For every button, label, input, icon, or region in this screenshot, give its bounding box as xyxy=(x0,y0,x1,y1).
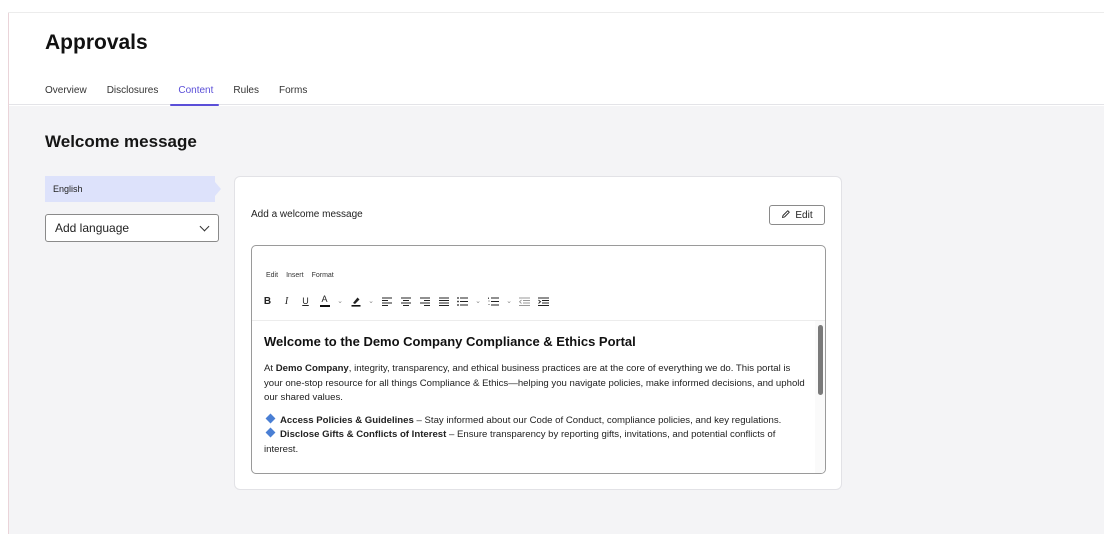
italic-button[interactable]: I xyxy=(279,294,294,308)
list-item: Access Policies & Guidelines – Stay info… xyxy=(264,413,810,429)
tab-content[interactable]: Content xyxy=(170,83,220,106)
edit-button-label: Edit xyxy=(795,209,813,221)
tab-overview[interactable]: Overview xyxy=(45,83,87,106)
outdent-icon[interactable] xyxy=(517,294,532,308)
editor-menubar: Edit Insert Format xyxy=(266,272,334,279)
chevron-down-icon[interactable]: ⌄ xyxy=(474,297,482,305)
align-right-icon[interactable] xyxy=(417,294,432,308)
text-color-swatch xyxy=(319,305,330,307)
highlight-color-button[interactable] xyxy=(348,294,363,308)
document-intro: At Demo Company, integrity, transparency… xyxy=(264,362,810,406)
intro-company: Demo Company xyxy=(275,363,349,374)
page-title: Approvals xyxy=(45,31,148,54)
list-item-text: – Stay informed about our Code of Conduc… xyxy=(413,414,782,426)
tab-forms[interactable]: Forms xyxy=(279,83,307,106)
tab-disclosures[interactable]: Disclosures xyxy=(107,83,159,106)
chevron-down-icon[interactable]: ⌄ xyxy=(505,297,513,305)
tab-bar: Overview Disclosures Content Rules Forms xyxy=(45,83,327,106)
chevron-down-icon[interactable]: ⌄ xyxy=(336,297,344,305)
add-language-select[interactable]: Add language xyxy=(45,214,219,242)
editor-scrollbar[interactable] xyxy=(815,321,825,473)
indent-icon[interactable] xyxy=(536,294,551,308)
list-item-title: Access Policies & Guidelines xyxy=(280,414,414,426)
menu-insert[interactable]: Insert xyxy=(286,272,304,279)
language-item-english[interactable]: English xyxy=(45,176,221,202)
align-left-icon[interactable] xyxy=(379,294,394,308)
tab-rules[interactable]: Rules xyxy=(233,83,259,106)
bullet-list-icon[interactable] xyxy=(455,294,470,308)
diamond-icon xyxy=(265,413,276,423)
rich-text-editor[interactable]: Edit Insert Format B I U A ⌄ ⌄ ⌄ ⌄ Welco… xyxy=(251,245,826,474)
text-color-button[interactable]: A xyxy=(317,294,332,308)
add-language-label: Add language xyxy=(55,221,130,235)
document-heading: Welcome to the Demo Company Compliance &… xyxy=(264,334,636,349)
intro-prefix: At xyxy=(264,363,276,374)
menu-format[interactable]: Format xyxy=(312,272,334,279)
list-item: Disclose Gifts & Conflicts of Interest –… xyxy=(264,427,810,457)
welcome-message-label: Add a welcome message xyxy=(251,209,363,220)
numbered-list-icon[interactable] xyxy=(486,294,501,308)
section-title: Welcome message xyxy=(45,132,197,151)
text-color-label: A xyxy=(321,294,328,304)
list-item-title: Disclose Gifts & Conflicts of Interest xyxy=(280,429,447,440)
editor-toolbar: B I U A ⌄ ⌄ ⌄ ⌄ xyxy=(260,294,555,308)
editor-content: Welcome to the Demo Company Compliance &… xyxy=(264,334,810,457)
edit-button[interactable]: Edit xyxy=(769,205,825,225)
chevron-down-icon xyxy=(199,221,210,232)
chevron-down-icon[interactable]: ⌄ xyxy=(367,297,375,305)
pencil-icon xyxy=(781,209,791,222)
editor-document[interactable]: Welcome to the Demo Company Compliance &… xyxy=(252,320,825,473)
bold-button[interactable]: B xyxy=(260,294,275,308)
underline-button[interactable]: U xyxy=(298,294,313,308)
align-center-icon[interactable] xyxy=(398,294,413,308)
page-header: Approvals Overview Disclosures Content R… xyxy=(9,13,1104,106)
menu-edit[interactable]: Edit xyxy=(266,272,278,279)
welcome-message-card: Add a welcome message Edit Edit Insert F… xyxy=(234,176,842,490)
diamond-icon xyxy=(265,427,276,438)
align-justify-icon[interactable] xyxy=(436,294,451,308)
editor-scrollbar-thumb[interactable] xyxy=(818,325,823,395)
content-area: Welcome message English Add language Add… xyxy=(9,106,1104,534)
